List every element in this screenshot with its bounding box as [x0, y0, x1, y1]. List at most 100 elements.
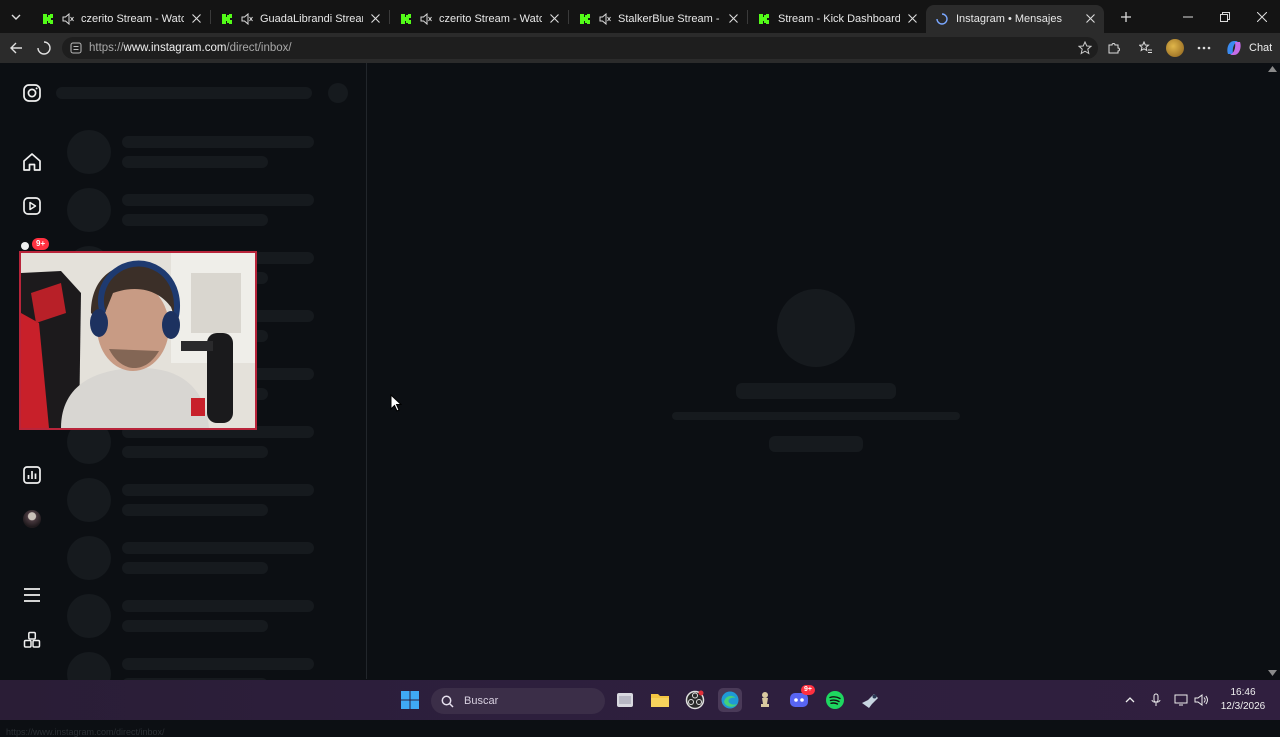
nav-more-menu[interactable] [20, 583, 44, 607]
url-scheme: https:// [89, 42, 124, 54]
taskbar-spotify[interactable] [823, 688, 847, 712]
tab-close-button[interactable] [906, 13, 918, 25]
tab-close-button[interactable] [1084, 13, 1096, 25]
chat-label: Chat [1249, 42, 1273, 54]
muted-speaker-icon[interactable] [420, 12, 432, 25]
webcam-overlay [19, 251, 257, 430]
notification-badge: 9+ [32, 238, 50, 250]
skeleton-avatar [67, 536, 111, 580]
profile-button[interactable] [1161, 34, 1189, 62]
instagram-logo-button[interactable] [20, 81, 44, 105]
taskbar-task-view[interactable] [613, 688, 637, 712]
tab-title: czerito Stream - Watch Live [81, 12, 184, 25]
tab-title: GuadaLibrandi Stream - Watch [260, 12, 363, 25]
messages-icon [21, 242, 29, 250]
skeleton-conversation-row [64, 188, 364, 238]
tab-strip: czerito Stream - Watch Live GuadaLibrandi… [0, 0, 1280, 33]
url-host: www.instagram.com [123, 42, 227, 54]
tab-title: StalkerBlue Stream - Watch [618, 12, 721, 25]
tab-close-button[interactable] [548, 13, 560, 25]
address-bar[interactable]: https://www.instagram.com/direct/inbox/ [62, 37, 1098, 59]
tab-title: Stream - Kick Dashboard [778, 12, 900, 25]
taskbar-obs[interactable] [683, 688, 707, 712]
microphone-icon [1151, 693, 1161, 706]
browser-tab[interactable]: czerito Stream - Watch Live [32, 5, 210, 33]
taskbar-file-explorer[interactable] [648, 688, 672, 712]
favorite-star-button[interactable] [1077, 40, 1093, 60]
skeleton-line [122, 194, 314, 206]
more-horizontal-icon [1197, 46, 1211, 50]
copilot-chat-button[interactable]: Chat [1224, 38, 1272, 58]
folder-icon [651, 694, 669, 707]
plus-icon [1121, 11, 1131, 22]
tray-overflow-button[interactable] [1121, 691, 1139, 709]
discord-badge: 9+ [801, 685, 815, 695]
nav-reels[interactable] [20, 194, 44, 218]
taskbar-app-chess[interactable] [753, 688, 777, 712]
close-icon [1085, 14, 1095, 23]
skeleton-conversation-row [64, 536, 364, 586]
extensions-button[interactable] [1100, 34, 1128, 62]
new-tab-button[interactable] [1110, 0, 1142, 33]
muted-speaker-icon[interactable] [241, 12, 253, 25]
windows-taskbar: Buscar 9+ 16:46 12/3/2026 [0, 680, 1280, 720]
browser-tab[interactable]: Instagram • Mensajes [926, 4, 1104, 33]
copilot-icon [1227, 41, 1241, 55]
profile-avatar [23, 510, 41, 528]
tab-actions-menu-button[interactable] [0, 0, 32, 33]
insights-icon [23, 466, 41, 484]
start-button[interactable] [398, 688, 422, 712]
skeleton-button [769, 436, 863, 452]
skeleton-conversation-row [64, 130, 364, 180]
taskbar-steam[interactable] [858, 688, 882, 712]
clock-date: 12/3/2026 [1220, 701, 1266, 712]
tab-close-button[interactable] [369, 13, 381, 25]
nav-also-from-meta[interactable] [20, 628, 44, 652]
taskbar-search[interactable]: Buscar [431, 688, 605, 714]
muted-speaker-icon[interactable] [599, 12, 611, 25]
nav-profile[interactable] [20, 507, 44, 531]
skeleton-username [56, 87, 312, 99]
profile-avatar [1166, 39, 1184, 57]
back-arrow-icon [10, 42, 22, 54]
restore-button[interactable] [1206, 0, 1243, 33]
address-url[interactable]: https://www.instagram.com/direct/inbox/ [89, 42, 292, 54]
settings-menu-button[interactable] [1190, 34, 1218, 62]
back-button[interactable] [2, 34, 30, 62]
minimize-button[interactable] [1169, 0, 1206, 33]
tray-network[interactable] [1172, 691, 1190, 709]
status-bar-url: https://www.instagram.com/direct/inbox/ [6, 727, 165, 737]
skeleton-line [122, 620, 268, 632]
close-icon [549, 14, 559, 23]
stop-loading-button[interactable] [30, 34, 58, 62]
kick-logo-icon [580, 13, 590, 24]
browser-tab[interactable]: StalkerBlue Stream - Watch [569, 5, 747, 33]
tray-volume[interactable] [1192, 691, 1210, 709]
browser-tab[interactable]: Stream - Kick Dashboard [748, 5, 926, 33]
chevron-up-icon [1125, 697, 1135, 703]
taskbar-discord[interactable]: 9+ [788, 685, 815, 712]
skeleton-conversation-row [64, 594, 364, 644]
tab-close-button[interactable] [727, 13, 739, 25]
nav-insights[interactable] [20, 463, 44, 487]
tab-close-button[interactable] [190, 13, 202, 25]
taskbar-edge[interactable] [718, 688, 742, 712]
skeleton-title [736, 383, 896, 399]
browser-tab[interactable]: GuadaLibrandi Stream - Watch [211, 5, 389, 33]
browser-tab[interactable]: czerito Stream - Watch Live [390, 5, 568, 33]
kick-logo-icon [222, 13, 232, 24]
loading-spinner-icon [37, 41, 51, 55]
page-scrollbar[interactable] [1265, 63, 1280, 679]
close-window-button[interactable] [1243, 0, 1280, 33]
tray-microphone[interactable] [1147, 691, 1165, 709]
muted-speaker-icon[interactable] [62, 12, 74, 25]
skeleton-line [122, 562, 268, 574]
instagram-logo-icon [23, 84, 41, 102]
taskbar-clock[interactable]: 16:46 12/3/2026 [1212, 686, 1274, 714]
loading-spinner-icon [936, 12, 948, 25]
nav-home[interactable] [20, 150, 44, 174]
close-icon [370, 14, 380, 23]
favorites-button[interactable] [1132, 34, 1160, 62]
skeleton-avatar [777, 289, 855, 367]
skeleton-compose-icon [328, 83, 348, 103]
